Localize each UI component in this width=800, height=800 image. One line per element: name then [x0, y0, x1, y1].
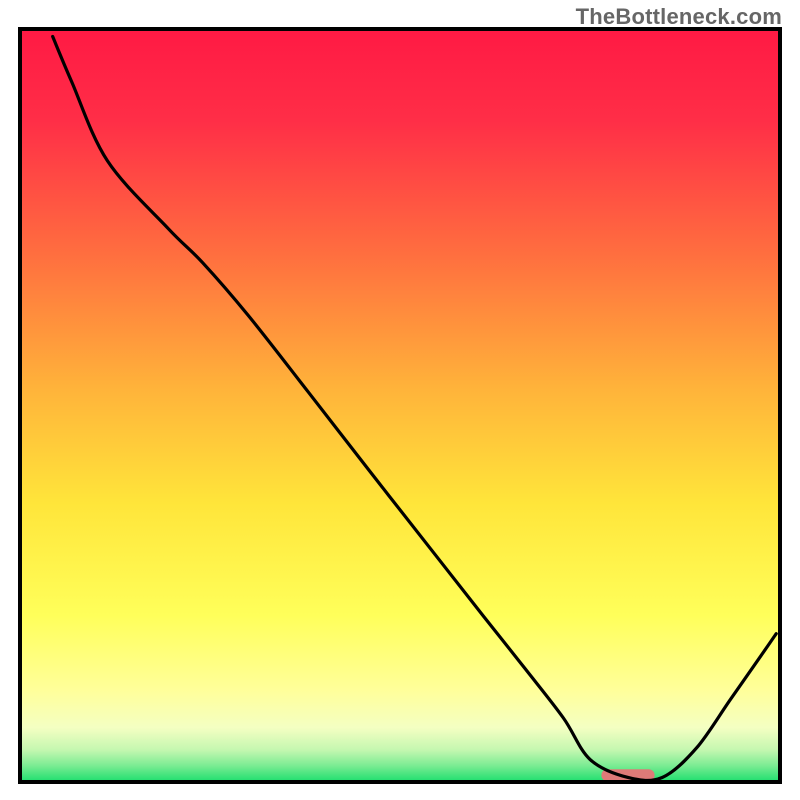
chart-container: TheBottleneck.com: [0, 0, 800, 800]
gradient-background: [22, 31, 778, 780]
chart-svg: [0, 0, 800, 800]
